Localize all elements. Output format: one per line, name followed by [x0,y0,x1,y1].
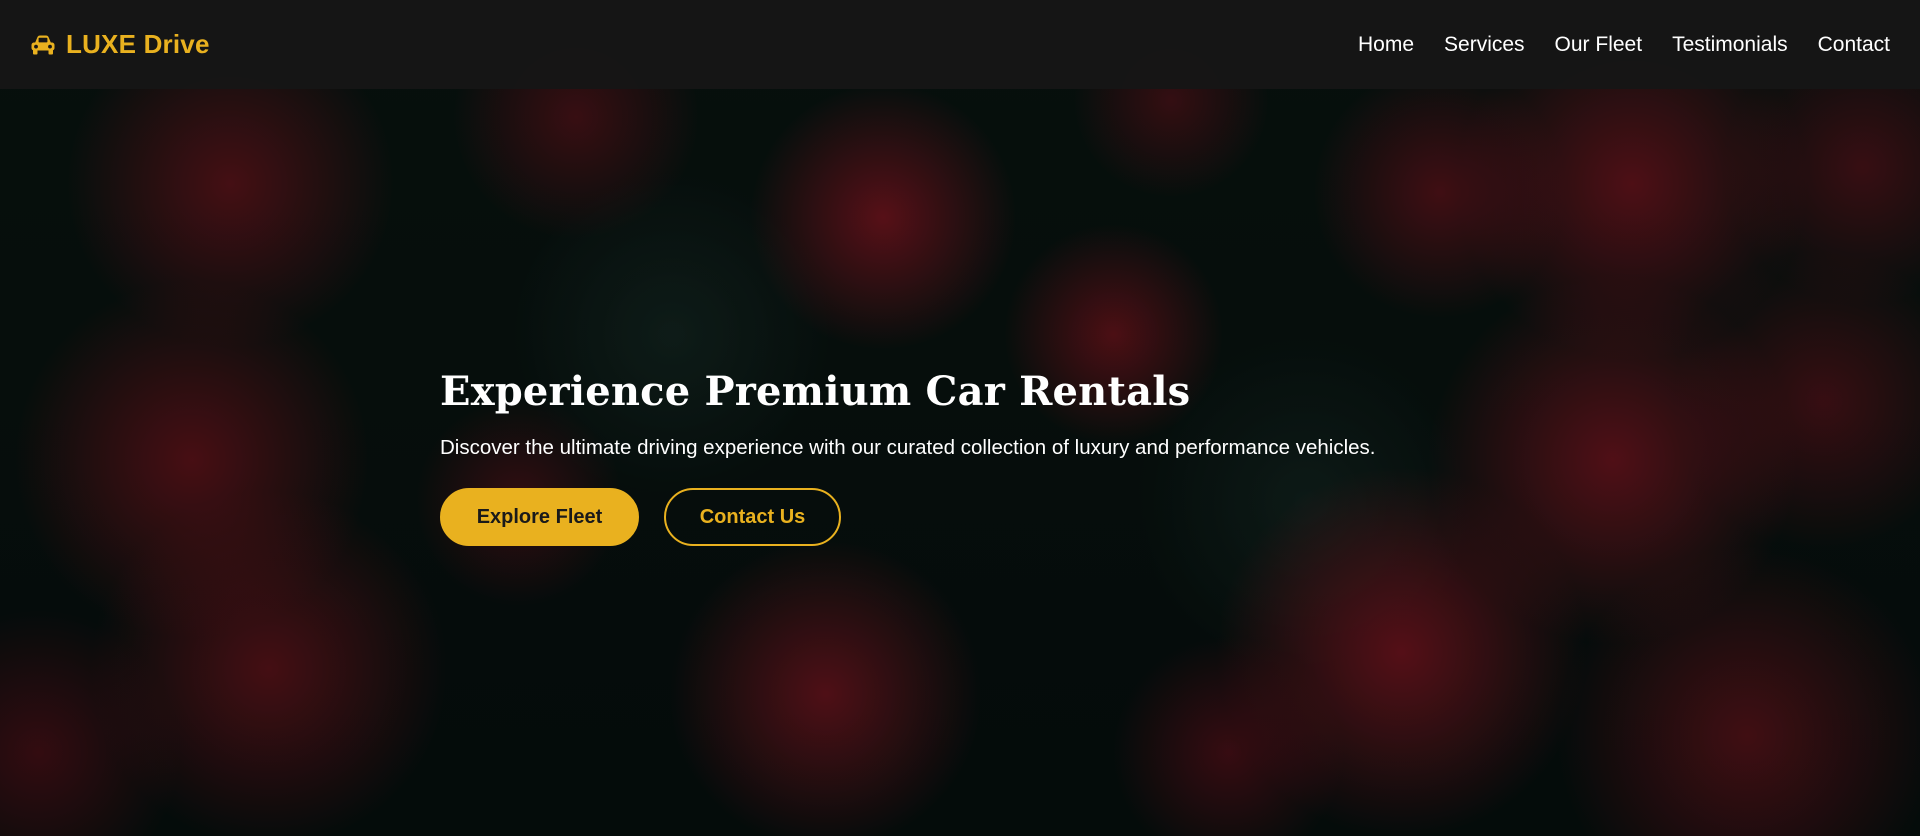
hero-actions: Explore Fleet Contact Us [440,488,1540,546]
navbar: LUXE Drive Home Services Our Fleet Testi… [0,0,1920,89]
nav-link-our-fleet[interactable]: Our Fleet [1555,33,1643,57]
explore-fleet-button[interactable]: Explore Fleet [440,488,639,546]
page: LUXE Drive Home Services Our Fleet Testi… [0,0,1920,836]
brand-logo-link[interactable]: LUXE Drive [30,29,210,60]
nav-link-testimonials[interactable]: Testimonials [1672,33,1788,57]
contact-us-button[interactable]: Contact Us [664,488,841,546]
brand-name: LUXE Drive [66,29,210,59]
hero-subtitle: Discover the ultimate driving experience… [440,436,1376,459]
nav-link-home[interactable]: Home [1358,33,1414,57]
hero-title: Experience Premium Car Rentals [440,368,1191,415]
nav-link-services[interactable]: Services [1444,33,1525,57]
hero-section: Experience Premium Car Rentals Discover … [440,362,1540,546]
nav-link-contact[interactable]: Contact [1818,33,1890,57]
main-nav: Home Services Our Fleet Testimonials Con… [1358,33,1890,57]
car-icon [30,34,56,56]
